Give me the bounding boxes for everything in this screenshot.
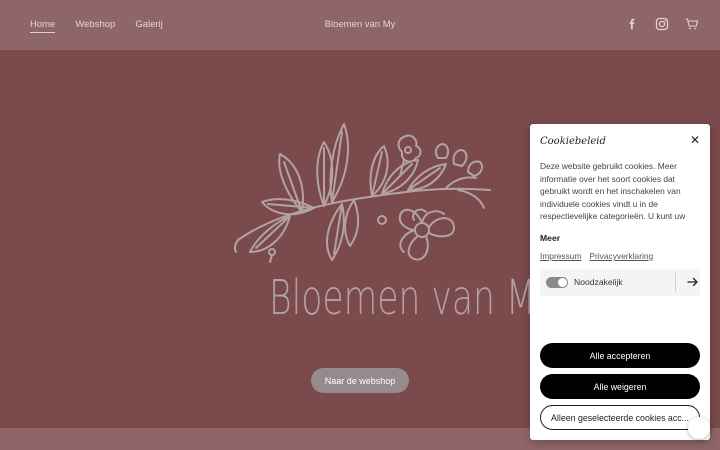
more-heading: Meer — [540, 233, 561, 243]
site-header: Home Webshop Galerij Bloemen van My — [0, 0, 720, 50]
instagram-icon[interactable] — [654, 16, 670, 32]
chat-bubble-icon[interactable] — [688, 417, 710, 439]
necessary-cookies-row: Noodzakelijk — [540, 269, 700, 296]
text-fade — [540, 224, 700, 246]
arrow-right-icon[interactable] — [686, 275, 700, 289]
divider — [675, 273, 676, 292]
privacy-link[interactable]: Privacyverklaring — [589, 251, 653, 261]
site-title[interactable]: Bloemen van My — [0, 18, 720, 32]
cookie-links: Impressum Privacyverklaring — [540, 251, 653, 261]
webshop-cta-button[interactable]: Naar de webshop — [311, 368, 409, 393]
toggle-knob — [558, 278, 567, 287]
facebook-icon[interactable] — [624, 16, 640, 32]
logo-wordmark: Bloemen van My — [268, 270, 557, 326]
close-icon[interactable]: ✕ — [688, 133, 702, 147]
necessary-toggle[interactable] — [546, 277, 568, 288]
header-icons — [624, 16, 700, 32]
cart-icon[interactable] — [684, 16, 700, 32]
necessary-label: Noodzakelijk — [574, 277, 623, 287]
accept-all-button[interactable]: Alle accepteren — [540, 343, 700, 368]
accept-selected-button[interactable]: Alleen geselecteerde cookies acc... — [540, 405, 700, 430]
cookie-consent-panel: Cookiebeleid ✕ Deze website gebruikt coo… — [530, 124, 710, 440]
cookie-title: Cookiebeleid — [540, 136, 606, 147]
impressum-link[interactable]: Impressum — [540, 251, 581, 261]
reject-all-button[interactable]: Alle weigeren — [540, 374, 700, 399]
